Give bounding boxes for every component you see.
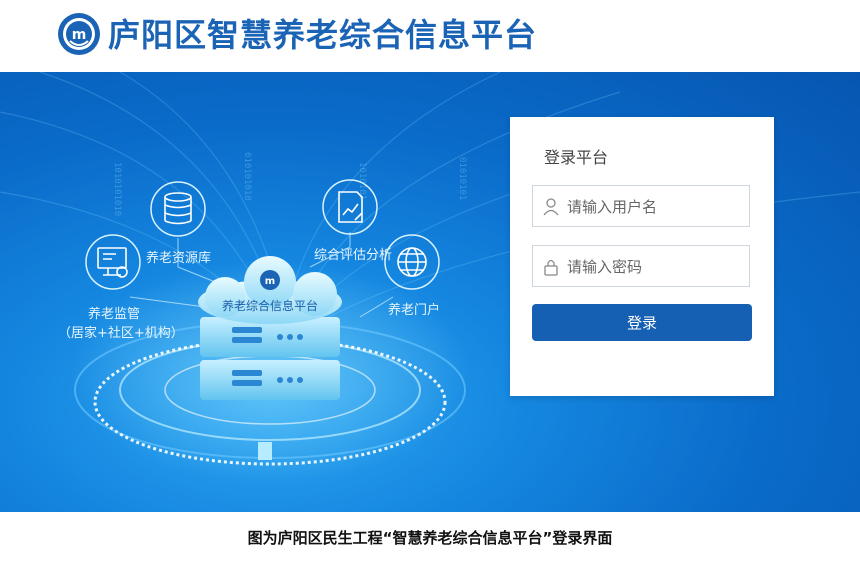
center-label: 养老综合信息平台 <box>222 298 318 313</box>
image-caption: 图为庐阳区民生工程“智慧养老综合信息平台”登录界面 <box>247 529 613 547</box>
logo-letter: m <box>72 27 87 43</box>
feature-label-supervision: 养老监管 <box>88 307 141 322</box>
password-field <box>532 245 750 288</box>
feature-label-supervision-sub: （居家+社区+机构） <box>58 326 184 341</box>
feature-label-portal: 养老门户 <box>388 303 441 318</box>
login-button[interactable]: 登录 <box>532 304 752 341</box>
feature-label-resources: 养老资源库 <box>146 251 212 266</box>
username-field <box>532 185 750 228</box>
header: m 庐阳区智慧养老综合信息平台 <box>0 0 860 72</box>
password-input[interactable] <box>565 246 749 288</box>
svg-text:010101010: 010101010 <box>242 152 252 201</box>
monitor-icon <box>97 247 128 278</box>
feature-label-assessment: 综合评估分析 <box>314 248 393 263</box>
user-icon <box>543 198 559 216</box>
site-title: 庐阳区智慧养老综合信息平台 <box>108 16 538 54</box>
svg-text:01010101: 01010101 <box>457 157 467 200</box>
login-panel: 登录平台 登录 <box>510 117 774 396</box>
globe-icon <box>397 247 427 277</box>
lock-icon <box>544 259 558 276</box>
svg-text:1010101010: 1010101010 <box>112 162 122 216</box>
login-title: 登录平台 <box>544 148 609 167</box>
platform-logo: m <box>58 13 100 55</box>
cloud-logo-letter: m <box>265 276 275 287</box>
username-input[interactable] <box>565 186 749 228</box>
monitor-icon-circle <box>85 234 141 290</box>
